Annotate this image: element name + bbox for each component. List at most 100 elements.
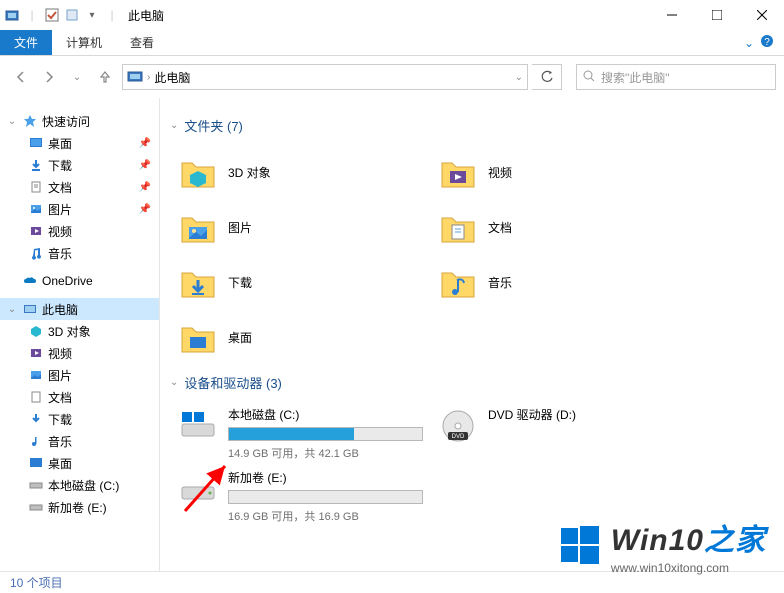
search-icon [583,70,595,85]
watermark: Win10之家 www.win10xitong.com [559,515,766,575]
help-icon[interactable]: ? [760,34,774,51]
breadcrumb-sep-icon: › [147,72,150,83]
nav-buttons: ⌄ [8,65,118,89]
breadcrumb-location[interactable]: 此电脑 [154,69,190,86]
window-title: 此电脑 [128,7,164,24]
back-button[interactable] [8,65,34,89]
videos-folder-icon [438,153,478,193]
qat-checkbox-icon[interactable] [44,7,60,23]
breadcrumb-dropdown-icon[interactable]: ⌄ [515,72,523,83]
videos-icon [28,223,44,239]
3d-icon [28,323,44,339]
documents-icon [28,179,44,195]
drive-e-bar [228,490,423,504]
group-drives[interactable]: ⌄ 设备和驱动器 (3) [170,373,784,392]
tab-computer[interactable]: 计算机 [52,30,116,55]
qat-sep: | [24,7,40,23]
downloads-icon [28,411,44,427]
pictures-icon [28,201,44,217]
search-placeholder: 搜索"此电脑" [601,69,670,86]
folders-grid: 3D 对象 视频 图片 文档 下载 音乐 桌面 [170,145,784,365]
breadcrumb[interactable]: › 此电脑 ⌄ [122,64,528,90]
sidebar-pc-3dobjects[interactable]: 3D 对象 [0,320,159,342]
music-icon [28,245,44,261]
minimize-button[interactable] [649,0,694,30]
sidebar-pc-drive-e[interactable]: 新加卷 (E:) [0,496,159,518]
pc-icon [127,69,143,85]
svg-text:?: ? [764,37,770,48]
pictures-icon [28,367,44,383]
documents-icon [28,389,44,405]
sidebar-pc-documents[interactable]: 文档 [0,386,159,408]
drive-icon [28,499,44,515]
tab-file[interactable]: 文件 [0,30,52,55]
star-icon [22,113,38,129]
ribbon-options: ⌄ ? [744,30,784,55]
dvd-name: DVD 驱动器 (D:) [488,406,682,423]
sidebar-pc-music[interactable]: 音乐 [0,430,159,452]
pin-icon: 📌 [139,182,151,193]
desktop-icon [28,135,44,151]
drive-e-name: 新加卷 (E:) [228,469,423,486]
folder-videos[interactable]: 视频 [430,145,690,200]
drives-grid: 本地磁盘 (C:) 14.9 GB 可用，共 42.1 GB DVD DVD 驱… [170,402,784,528]
search-input[interactable]: 搜索"此电脑" [576,64,776,90]
titlebar: | ▾ | 此电脑 [0,0,784,30]
sidebar-qa-documents[interactable]: 文档📌 [0,176,159,198]
pc-icon [22,301,38,317]
sidebar-qa-downloads[interactable]: 下载📌 [0,154,159,176]
sidebar-pc-pictures[interactable]: 图片 [0,364,159,386]
sidebar-qa-desktop[interactable]: 桌面📌 [0,132,159,154]
content: ⌄ 快速访问 桌面📌 下载📌 文档📌 图片📌 视频 音乐 OneDrive ⌄ … [0,98,784,571]
annotation-arrow [180,456,240,519]
qat-sep2: | [104,7,120,23]
window-controls [649,0,784,30]
folder-3dobjects[interactable]: 3D 对象 [170,145,430,200]
qat-icon[interactable] [64,7,80,23]
chevron-down-icon[interactable]: ⌄ [6,304,18,315]
group-folders-label: 文件夹 (7) [184,116,243,135]
ribbon: 文件 计算机 查看 ⌄ ? [0,30,784,56]
tab-view[interactable]: 查看 [116,30,168,55]
sidebar-qa-music[interactable]: 音乐 [0,242,159,264]
folder-downloads[interactable]: 下载 [170,255,430,310]
chevron-down-icon[interactable]: ⌄ [6,116,18,127]
statusbar-text: 10 个项目 [10,574,63,591]
main-view: ⌄ 文件夹 (7) 3D 对象 视频 图片 文档 下载 音乐 桌面 ⌄ 设备和驱… [160,98,784,571]
sidebar-onedrive[interactable]: OneDrive [0,270,159,292]
music-icon [28,433,44,449]
close-button[interactable] [739,0,784,30]
drive-dvd[interactable]: DVD DVD 驱动器 (D:) [430,402,690,465]
forward-button[interactable] [36,65,62,89]
drive-c-name: 本地磁盘 (C:) [228,406,423,423]
group-folders[interactable]: ⌄ 文件夹 (7) [170,116,784,135]
folder-documents[interactable]: 文档 [430,200,690,255]
sidebar-quickaccess[interactable]: ⌄ 快速访问 [0,110,159,132]
sidebar-pc-drive-c[interactable]: 本地磁盘 (C:) [0,474,159,496]
address-bar: ⌄ › 此电脑 ⌄ 搜索"此电脑" [0,56,784,98]
pictures-folder-icon [178,208,218,248]
app-icon [4,7,20,23]
sidebar-pc-videos[interactable]: 视频 [0,342,159,364]
folder-music[interactable]: 音乐 [430,255,690,310]
sidebar-qa-videos[interactable]: 视频 [0,220,159,242]
folder-pictures[interactable]: 图片 [170,200,430,255]
drive-e-stats: 16.9 GB 可用，共 16.9 GB [228,508,423,524]
sidebar-pc-desktop[interactable]: 桌面 [0,452,159,474]
recent-dropdown[interactable]: ⌄ [64,65,90,89]
chevron-down-icon: ⌄ [170,120,178,131]
sidebar-thispc[interactable]: ⌄ 此电脑 [0,298,159,320]
sidebar-pc-downloads[interactable]: 下载 [0,408,159,430]
folder-desktop[interactable]: 桌面 [170,310,430,365]
sidebar-qa-pictures[interactable]: 图片📌 [0,198,159,220]
3d-folder-icon [178,153,218,193]
downloads-icon [28,157,44,173]
refresh-button[interactable] [532,64,562,90]
desktop-icon [28,455,44,471]
maximize-button[interactable] [694,0,739,30]
up-button[interactable] [92,65,118,89]
ribbon-expand-icon[interactable]: ⌄ [744,36,754,50]
windows-logo-icon [559,524,601,566]
qat-dropdown-icon[interactable]: ▾ [84,7,100,23]
svg-text:DVD: DVD [452,434,465,440]
